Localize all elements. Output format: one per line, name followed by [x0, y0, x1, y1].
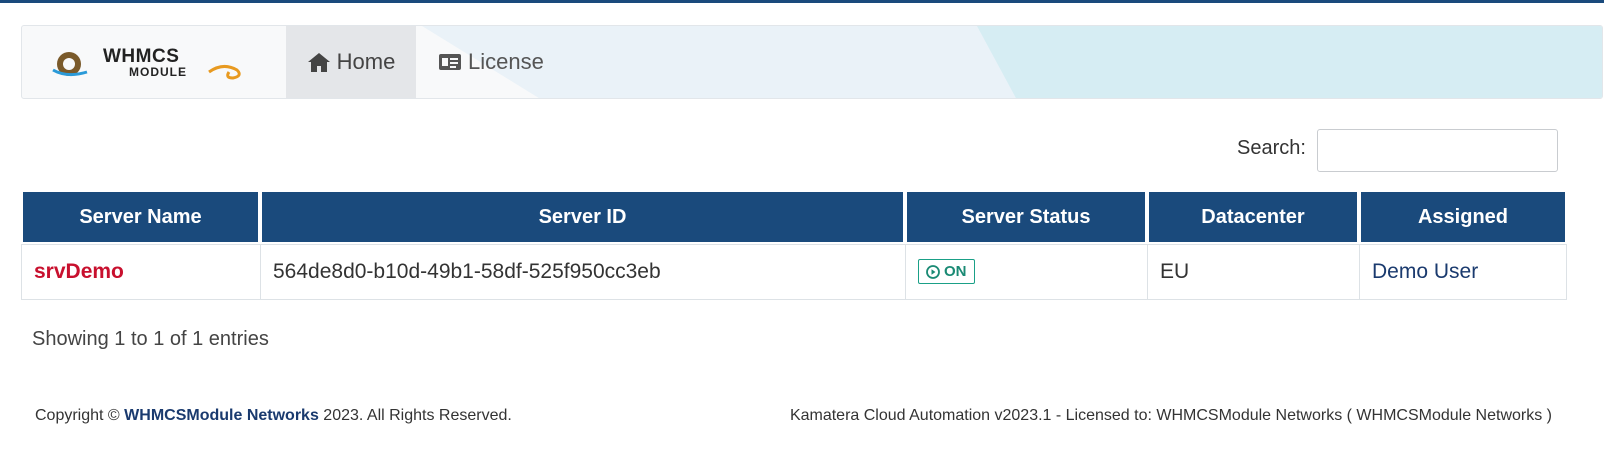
search-label: Search:: [1237, 137, 1306, 159]
column-header-assigned[interactable]: Assigned: [1359, 190, 1567, 244]
servers-table: Server Name Server ID Server Status Data…: [21, 190, 1567, 300]
assigned-user-link[interactable]: Demo User: [1372, 260, 1478, 283]
nav-license[interactable]: License: [426, 26, 566, 98]
top-accent-bar: [0, 0, 1604, 3]
column-header-server-id[interactable]: Server ID: [260, 190, 905, 244]
column-header-server-status[interactable]: Server Status: [905, 190, 1147, 244]
company-link[interactable]: WHMCSModule Networks: [124, 407, 319, 424]
cell-server-status: ON: [905, 244, 1147, 300]
cell-datacenter: EU: [1147, 244, 1359, 300]
status-badge: ON: [918, 259, 975, 285]
logo-text-line2: MODULE: [129, 65, 187, 79]
column-header-server-name[interactable]: Server Name: [21, 190, 260, 244]
brand-logo[interactable]: WHMCS MODULE: [47, 44, 267, 84]
nav-home-label: Home: [336, 49, 396, 74]
nav-license-label: License: [468, 49, 544, 74]
navbar: WHMCS MODULE Home License: [21, 25, 1603, 99]
table-row: srvDemo 564de8d0-b10d-49b1-58df-525f950c…: [21, 244, 1567, 300]
home-icon: [307, 53, 330, 72]
server-name-link[interactable]: srvDemo: [34, 260, 124, 283]
footer-copyright: Copyright © WHMCSModule Networks 2023. A…: [35, 407, 512, 425]
gear-logo-icon: [52, 52, 88, 77]
copyright-prefix: Copyright ©: [35, 407, 120, 424]
cell-assigned: Demo User: [1359, 244, 1567, 300]
footer-license-info: Kamatera Cloud Automation v2023.1 - Lice…: [789, 407, 1552, 424]
id-card-icon: [439, 54, 461, 70]
swirl-logo-icon: [208, 65, 241, 80]
search-input[interactable]: [1317, 129, 1558, 172]
play-circle-icon: [926, 264, 940, 279]
copyright-suffix: 2023. All Rights Reserved.: [323, 407, 512, 424]
table-entries-info: Showing 1 to 1 of 1 entries: [32, 328, 269, 350]
status-badge-label: ON: [944, 263, 967, 281]
table-header-row: Server Name Server ID Server Status Data…: [21, 190, 1567, 244]
column-header-datacenter[interactable]: Datacenter: [1147, 190, 1359, 244]
cell-server-name: srvDemo: [21, 244, 260, 300]
nav-home[interactable]: Home: [286, 26, 416, 98]
cell-server-id: 564de8d0-b10d-49b1-58df-525f950cc3eb: [260, 244, 905, 300]
